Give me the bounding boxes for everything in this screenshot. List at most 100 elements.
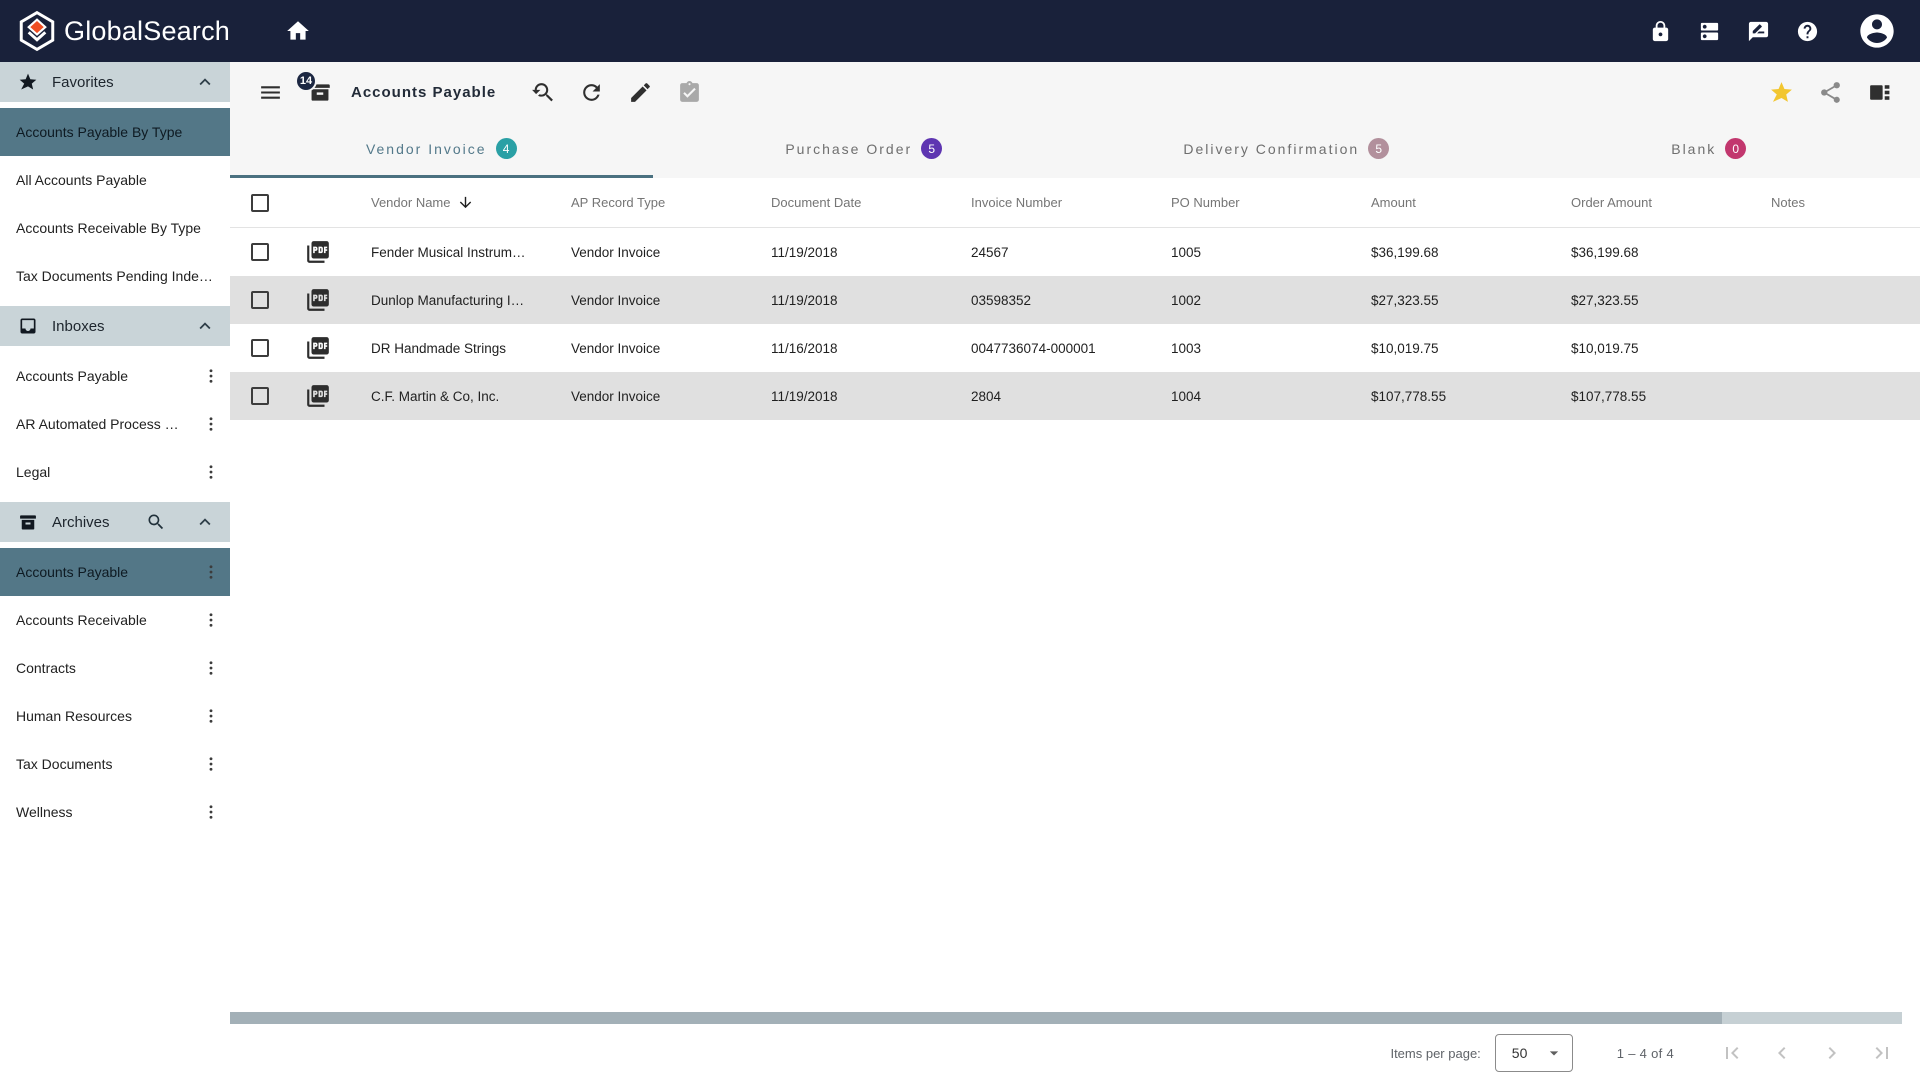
- sidebar-item-all-accounts-payable[interactable]: All Accounts Payable: [0, 156, 230, 204]
- row-checkbox[interactable]: [251, 387, 269, 405]
- column-header-vendor-name[interactable]: Vendor Name: [346, 194, 546, 211]
- select-all-checkbox[interactable]: [251, 194, 269, 212]
- sidebar-item-accounts-receivable-by-type[interactable]: Accounts Receivable By Type: [0, 204, 230, 252]
- feedback-icon[interactable]: [1747, 20, 1770, 43]
- horizontal-scrollbar[interactable]: [230, 1012, 1902, 1024]
- column-header-order-amount[interactable]: Order Amount: [1546, 195, 1746, 210]
- column-header-document-date[interactable]: Document Date: [746, 195, 946, 210]
- share-icon[interactable]: [1818, 80, 1843, 105]
- pagination-bar: Items per page: 50 1 – 4 of 4: [230, 1026, 1920, 1080]
- tab-count-badge: 4: [496, 138, 517, 159]
- scrollbar-thumb[interactable]: [230, 1012, 1722, 1024]
- kebab-menu-icon[interactable]: [202, 657, 220, 679]
- section-title: Favorites: [52, 74, 180, 91]
- document-count-badge: 14: [295, 70, 317, 92]
- table-row[interactable]: C.F. Martin & Co, Inc. Vendor Invoice 11…: [230, 372, 1920, 420]
- sidebar-section-inboxes[interactable]: Inboxes: [0, 306, 230, 346]
- edit-icon[interactable]: [628, 80, 653, 105]
- row-checkbox[interactable]: [251, 339, 269, 357]
- pdf-document-icon[interactable]: [305, 287, 331, 313]
- sidebar-item-archive-wellness[interactable]: Wellness: [0, 788, 230, 836]
- kebab-menu-icon[interactable]: [202, 561, 220, 583]
- table-row[interactable]: DR Handmade Strings Vendor Invoice 11/16…: [230, 324, 1920, 372]
- dropdown-arrow-icon: [1544, 1043, 1564, 1063]
- kebab-menu-icon[interactable]: [202, 609, 220, 631]
- items-per-page-label: Items per page:: [1390, 1046, 1480, 1061]
- split-view-icon[interactable]: [1867, 80, 1892, 105]
- sort-desc-arrow-icon[interactable]: [457, 194, 474, 211]
- pdf-document-icon[interactable]: [305, 239, 331, 265]
- refresh-icon[interactable]: [579, 80, 604, 105]
- items-per-page-select[interactable]: 50: [1495, 1034, 1573, 1072]
- kebab-menu-icon[interactable]: [202, 801, 220, 823]
- column-header-notes[interactable]: Notes: [1746, 195, 1920, 210]
- search-again-icon[interactable]: [530, 80, 555, 105]
- sidebar-section-favorites[interactable]: Favorites: [0, 62, 230, 102]
- kebab-menu-icon[interactable]: [202, 705, 220, 727]
- table-header: Vendor Name AP Record Type Document Date…: [230, 178, 1920, 228]
- pdf-document-icon[interactable]: [305, 335, 331, 361]
- lock-icon[interactable]: [1649, 20, 1672, 43]
- dns-icon[interactable]: [1698, 20, 1721, 43]
- table-row[interactable]: Dunlop Manufacturing I… Vendor Invoice 1…: [230, 276, 1920, 324]
- brand-name: GlobalSearch: [64, 16, 230, 47]
- sidebar-item-inbox-accounts-payable[interactable]: Accounts Payable: [0, 352, 230, 400]
- column-header-invoice-number[interactable]: Invoice Number: [946, 195, 1146, 210]
- sidebar-section-archives[interactable]: Archives: [0, 502, 230, 542]
- prev-page-icon[interactable]: [1770, 1041, 1794, 1065]
- tab-count-badge: 5: [921, 138, 942, 159]
- kebab-menu-icon[interactable]: [202, 413, 220, 435]
- archive-doc-icon: 14: [307, 79, 333, 105]
- inbox-icon: [18, 316, 38, 336]
- assignment-done-icon: [677, 80, 702, 105]
- next-page-icon[interactable]: [1820, 1041, 1844, 1065]
- section-title: Inboxes: [52, 318, 180, 335]
- tab-vendor-invoice[interactable]: Vendor Invoice 4: [230, 122, 653, 178]
- sidebar-item-archive-contracts[interactable]: Contracts: [0, 644, 230, 692]
- tab-delivery-confirmation[interactable]: Delivery Confirmation 5: [1075, 122, 1498, 178]
- star-icon: [18, 72, 38, 92]
- help-icon[interactable]: [1796, 20, 1819, 43]
- sidebar-item-inbox-ar-automated-process[interactable]: AR Automated Process …: [0, 400, 230, 448]
- kebab-menu-icon[interactable]: [202, 753, 220, 775]
- sidebar-item-inbox-legal[interactable]: Legal: [0, 448, 230, 496]
- archive-icon: [18, 512, 38, 532]
- home-icon[interactable]: [285, 18, 311, 44]
- sidebar-item-archive-accounts-payable[interactable]: Accounts Payable: [0, 548, 230, 596]
- logo-cube-icon: [16, 10, 58, 52]
- search-icon[interactable]: [146, 512, 166, 532]
- chevron-up-icon[interactable]: [194, 71, 216, 93]
- sidebar-item-archive-accounts-receivable[interactable]: Accounts Receivable: [0, 596, 230, 644]
- row-checkbox[interactable]: [251, 291, 269, 309]
- column-header-amount[interactable]: Amount: [1346, 195, 1546, 210]
- menu-icon[interactable]: [258, 80, 283, 105]
- first-page-icon[interactable]: [1720, 1041, 1744, 1065]
- last-page-icon[interactable]: [1870, 1041, 1894, 1065]
- page-range-label: 1 – 4 of 4: [1617, 1046, 1674, 1061]
- tab-count-badge: 0: [1725, 138, 1746, 159]
- table-row[interactable]: Fender Musical Instrum… Vendor Invoice 1…: [230, 228, 1920, 276]
- topbar: GlobalSearch: [0, 0, 1920, 62]
- archive-title: Accounts Payable: [351, 84, 496, 101]
- favorite-star-icon[interactable]: [1769, 80, 1794, 105]
- tab-blank[interactable]: Blank 0: [1498, 122, 1920, 178]
- avatar-icon[interactable]: [1857, 11, 1897, 51]
- kebab-menu-icon[interactable]: [202, 461, 220, 483]
- chevron-up-icon[interactable]: [194, 315, 216, 337]
- column-header-ap-record-type[interactable]: AP Record Type: [546, 195, 746, 210]
- sidebar-item-archive-human-resources[interactable]: Human Resources: [0, 692, 230, 740]
- chevron-up-icon[interactable]: [194, 511, 216, 533]
- sidebar: Favorites Accounts Payable By Type All A…: [0, 62, 230, 1080]
- tab-count-badge: 5: [1368, 138, 1389, 159]
- record-type-tabs: Vendor Invoice 4 Purchase Order 5 Delive…: [230, 122, 1920, 178]
- archive-toolbar: 14 Accounts Payable: [230, 62, 1920, 122]
- kebab-menu-icon[interactable]: [202, 365, 220, 387]
- sidebar-item-archive-tax-documents[interactable]: Tax Documents: [0, 740, 230, 788]
- sidebar-item-tax-documents-pending[interactable]: Tax Documents Pending Inde…: [0, 252, 230, 300]
- pdf-document-icon[interactable]: [305, 383, 331, 409]
- column-header-po-number[interactable]: PO Number: [1146, 195, 1346, 210]
- section-title: Archives: [52, 514, 132, 531]
- tab-purchase-order[interactable]: Purchase Order 5: [653, 122, 1076, 178]
- sidebar-item-accounts-payable-by-type[interactable]: Accounts Payable By Type: [0, 108, 230, 156]
- row-checkbox[interactable]: [251, 243, 269, 261]
